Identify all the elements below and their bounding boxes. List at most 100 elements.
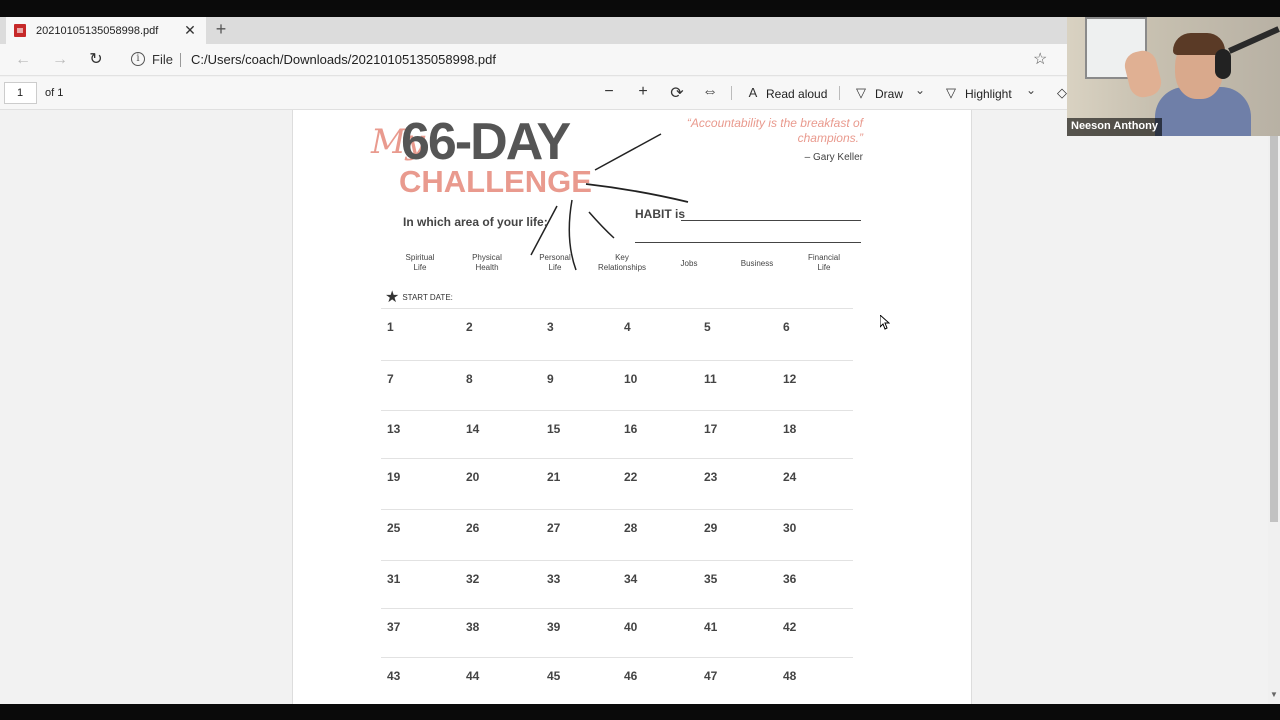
zoom-out-icon[interactable]: − (599, 83, 619, 101)
day-number: 2 (466, 320, 473, 334)
handwriting-strokes (530, 133, 689, 271)
area-jobs: Jobs (680, 259, 698, 268)
rotate-icon[interactable]: ⟳ (667, 83, 687, 103)
habit-prompt: HABIT is (635, 207, 686, 221)
scroll-down-arrow-icon[interactable]: ▼ (1268, 690, 1280, 699)
day-row-line (381, 410, 853, 411)
day-number: 20 (466, 470, 480, 484)
highlight-button[interactable]: Highlight (965, 87, 1012, 101)
day-number: 46 (624, 669, 638, 683)
pdf-viewer[interactable]: My 66-DAY CHALLENGE “Accountability is t… (0, 110, 1268, 704)
day-number: 32 (466, 572, 480, 586)
day-number: 45 (547, 669, 561, 683)
day-number: 41 (704, 620, 718, 634)
draw-chevron-down-icon[interactable]: ⌄ (915, 83, 925, 97)
day-number: 3 (547, 320, 554, 334)
forward-arrow-icon[interactable]: → (49, 49, 71, 71)
page-number-input[interactable]: 1 (4, 82, 37, 104)
day-number: 47 (704, 669, 718, 683)
day-number: 26 (466, 521, 480, 535)
day-number: 23 (704, 470, 718, 484)
read-aloud-icon[interactable]: A (743, 85, 763, 100)
day-number: 29 (704, 521, 718, 535)
day-number: 6 (783, 320, 790, 334)
close-tab-icon[interactable]: ✕ (182, 22, 198, 39)
day-row-line (381, 608, 853, 609)
day-row-line (381, 560, 853, 561)
start-date-label: START DATE: (402, 292, 453, 302)
refresh-icon[interactable]: ↻ (85, 49, 107, 71)
day-number: 14 (466, 422, 480, 436)
day-row-line (381, 657, 853, 658)
day-number: 9 (547, 372, 554, 386)
highlighter-icon[interactable]: ▽ (941, 85, 961, 101)
day-number: 21 (547, 470, 561, 484)
day-number: 31 (387, 572, 401, 586)
day-row-line (381, 308, 853, 309)
day-number: 30 (783, 521, 797, 535)
day-number: 11 (704, 372, 717, 386)
browser-tab[interactable]: 20210105135058998.pdf ✕ (6, 17, 206, 44)
fit-page-icon[interactable]: ⇔ (700, 83, 720, 101)
day-number: 35 (704, 572, 718, 586)
day-number: 7 (387, 372, 394, 386)
screen: 20210105135058998.pdf ✕ + ← → ↻ i File C… (0, 0, 1280, 720)
area-prompt: In which area of your life: (403, 215, 548, 229)
day-number: 43 (387, 669, 401, 683)
day-number: 25 (387, 521, 401, 535)
participant-name: Neeson Anthony (1067, 118, 1162, 136)
mouse-cursor-icon (880, 315, 890, 330)
day-number: 8 (466, 372, 473, 386)
day-number: 34 (624, 572, 638, 586)
day-number: 28 (624, 521, 638, 535)
day-number: 44 (466, 669, 480, 683)
file-label: File (152, 52, 173, 67)
day-row-line (381, 360, 853, 361)
day-number: 37 (387, 620, 401, 634)
day-number: 18 (783, 422, 797, 436)
day-number: 38 (466, 620, 480, 634)
day-number: 17 (704, 422, 718, 436)
webcam-video: Neeson Anthony (1067, 17, 1280, 136)
pdf-page: My 66-DAY CHALLENGE “Accountability is t… (292, 110, 972, 704)
read-aloud-button[interactable]: Read aloud (766, 87, 827, 101)
day-number: 24 (783, 470, 797, 484)
day-row-line (381, 458, 853, 459)
day-number: 40 (624, 620, 638, 634)
address-separator (180, 53, 181, 67)
habit-line-2 (635, 242, 861, 243)
toolbar-separator (839, 86, 840, 100)
area-financial-life: Financial Life (807, 253, 840, 272)
day-number: 12 (783, 372, 797, 386)
day-number: 39 (547, 620, 561, 634)
pdf-file-icon (14, 24, 26, 37)
day-number: 10 (624, 372, 638, 386)
bottom-black-bar (0, 704, 1280, 720)
draw-pen-icon[interactable]: ▽ (851, 85, 871, 101)
tab-title: 20210105135058998.pdf (36, 24, 159, 37)
zoom-in-icon[interactable]: + (633, 83, 653, 101)
day-number: 4 (624, 320, 631, 334)
habit-line (681, 220, 861, 221)
scrollbar-thumb[interactable] (1270, 120, 1278, 522)
start-date: ★ START DATE: (385, 287, 453, 307)
info-icon[interactable]: i (131, 52, 145, 66)
day-number: 1 (387, 320, 394, 334)
day-number: 36 (783, 572, 797, 586)
area-spiritual-life: Spiritual Life (405, 253, 435, 272)
draw-button[interactable]: Draw (875, 87, 903, 101)
day-number: 27 (547, 521, 561, 535)
back-arrow-icon[interactable]: ← (12, 49, 34, 71)
star-icon: ★ (385, 289, 400, 306)
toolbar-separator (731, 86, 732, 100)
highlight-chevron-down-icon[interactable]: ⌄ (1026, 83, 1036, 97)
day-number: 5 (704, 320, 711, 334)
new-tab-button[interactable]: + (211, 19, 231, 40)
day-number: 13 (387, 422, 401, 436)
day-number: 22 (624, 470, 638, 484)
address-url[interactable]: C:/Users/coach/Downloads/202101051350589… (191, 52, 496, 67)
area-key-relationships: Key Relationships (597, 253, 647, 272)
favorite-star-icon[interactable]: ☆ (1033, 49, 1047, 69)
day-number: 33 (547, 572, 561, 586)
day-row-line (381, 509, 853, 510)
